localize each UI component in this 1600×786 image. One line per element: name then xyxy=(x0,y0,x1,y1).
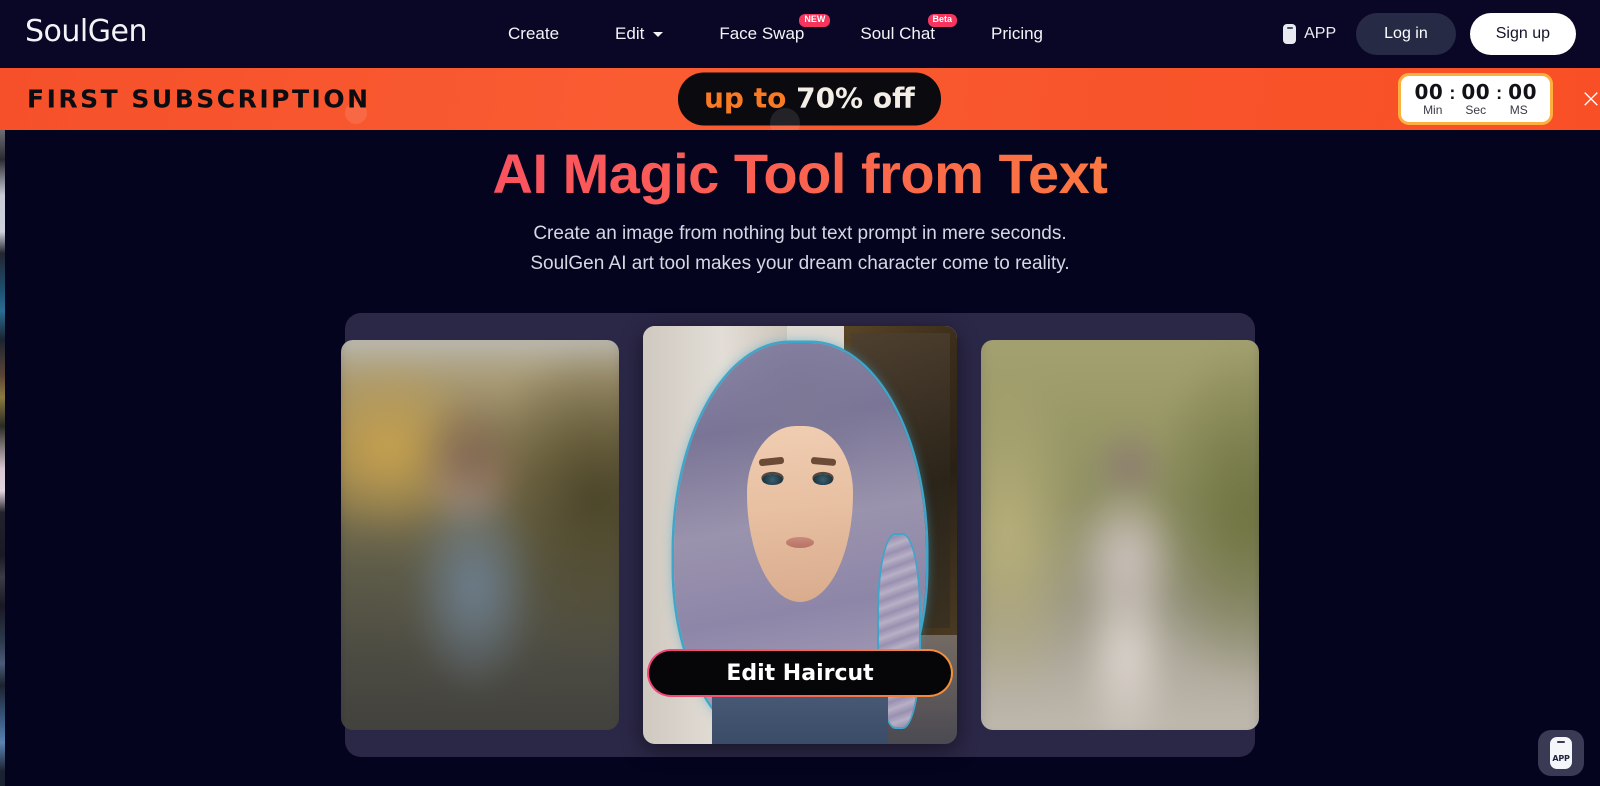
nav-item-create[interactable]: Create xyxy=(480,0,587,68)
new-badge: NEW xyxy=(799,14,831,27)
nav-item-pricing[interactable]: Pricing xyxy=(963,0,1071,68)
image-carousel: Edit Haircut xyxy=(341,313,1259,757)
subtitle-line-2: SoulGen AI art tool makes your dream cha… xyxy=(530,253,1070,274)
left-edge-sliver xyxy=(0,66,5,786)
nav-label-pricing: Pricing xyxy=(991,24,1044,43)
promo-title: FIRST SUBSCRIPTION xyxy=(27,84,371,114)
subtitle-line-1: Create an image from nothing but text pr… xyxy=(533,223,1067,244)
edit-haircut-button[interactable]: Edit Haircut xyxy=(649,651,951,695)
nav-item-soul-chat[interactable]: Soul Chat Beta xyxy=(832,0,963,68)
close-icon[interactable]: × xyxy=(1574,82,1600,116)
chevron-down-icon xyxy=(653,31,664,37)
page-title: AI Magic Tool from Text xyxy=(0,141,1600,206)
countdown-label-ms: MS xyxy=(1509,103,1528,117)
page-subtitle: Create an image from nothing but text pr… xyxy=(0,219,1600,279)
nav-label-edit: Edit xyxy=(615,24,645,43)
nav-label-soul-chat: Soul Chat xyxy=(860,24,936,43)
carousel-image-right xyxy=(981,340,1259,730)
countdown-values: 00 : 00 : 00 xyxy=(1414,80,1537,104)
countdown-milliseconds: 00 xyxy=(1508,80,1537,104)
countdown-timer: 00 : 00 : 00 Min Sec MS xyxy=(1398,73,1553,125)
app-link[interactable]: APP xyxy=(1283,24,1336,44)
app-label: APP xyxy=(1304,25,1337,42)
promo-pill-prefix: up to xyxy=(704,81,797,115)
carousel-card-right[interactable] xyxy=(981,340,1259,730)
nav-label-create: Create xyxy=(508,24,560,43)
floating-app-button[interactable]: APP xyxy=(1538,730,1584,776)
carousel-card-left[interactable] xyxy=(341,340,619,730)
signup-button[interactable]: Sign up xyxy=(1469,13,1576,55)
promo-discount-pill: up to 70% off xyxy=(678,72,941,126)
carousel-image-left xyxy=(341,340,619,730)
phone-icon xyxy=(1283,24,1297,44)
nav-label-face-swap: Face Swap xyxy=(719,24,805,43)
header-actions: APP Log in Sign up xyxy=(1283,0,1576,68)
site-header: SoulGen Create Edit Face Swap NEW Soul C… xyxy=(0,0,1600,68)
lips xyxy=(785,537,815,548)
nav-item-face-swap[interactable]: Face Swap NEW xyxy=(691,0,832,68)
countdown-separator-2: : xyxy=(1496,83,1503,103)
promo-pill-highlight: 70% off xyxy=(796,81,915,115)
phone-app-icon: APP xyxy=(1550,737,1572,769)
countdown-labels: Min Sec MS xyxy=(1414,103,1537,117)
nav-item-edit[interactable]: Edit xyxy=(587,0,691,68)
beta-badge: Beta xyxy=(927,14,958,27)
login-button[interactable]: Log in xyxy=(1356,13,1456,55)
countdown-label-min: Min xyxy=(1423,103,1443,117)
logo[interactable]: SoulGen xyxy=(25,14,147,49)
floating-app-label: APP xyxy=(1552,754,1570,763)
countdown-separator-1: : xyxy=(1449,83,1456,103)
countdown-label-sec: Sec xyxy=(1465,103,1487,117)
promo-banner[interactable]: FIRST SUBSCRIPTION up to 70% off 00 : 00… xyxy=(0,68,1600,130)
main-navigation: Create Edit Face Swap NEW Soul Chat Beta… xyxy=(480,0,1071,68)
countdown-minutes: 00 xyxy=(1414,80,1444,104)
countdown-seconds: 00 xyxy=(1461,80,1491,104)
